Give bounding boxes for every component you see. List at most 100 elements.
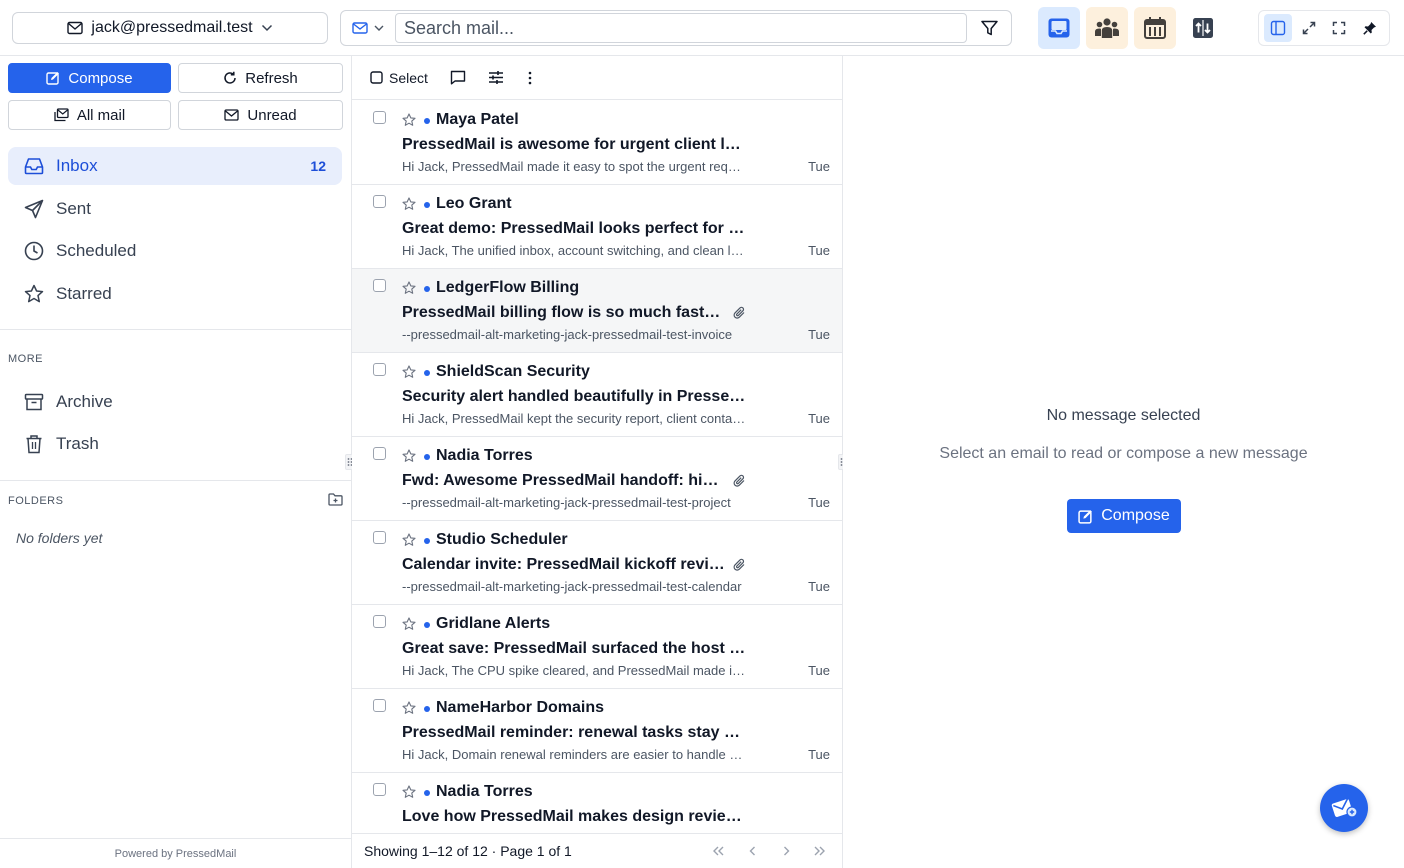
layout-controls — [1258, 10, 1390, 46]
empty-state-title: No message selected — [1046, 407, 1201, 424]
message-checkbox[interactable] — [373, 615, 386, 628]
sidebar-item-inbox[interactable]: Inbox 12 — [8, 147, 342, 185]
sidebar-item-sent[interactable]: Sent — [8, 190, 342, 228]
add-folder-button[interactable] — [328, 493, 343, 506]
message-preview: --pressedmail-alt-marketing-jack-pressed… — [402, 495, 731, 510]
toggle-sidebar-button[interactable] — [1264, 14, 1293, 42]
pin-icon — [1363, 21, 1377, 35]
message-checkbox[interactable] — [373, 531, 386, 544]
more-vertical-icon[interactable] — [528, 71, 532, 85]
app-calendar-button[interactable] — [1134, 7, 1176, 49]
star-icon[interactable] — [402, 197, 416, 211]
search-scope-dropdown[interactable] — [341, 11, 395, 45]
conversation-view-icon[interactable] — [450, 70, 466, 85]
expand-arrows-icon — [1302, 21, 1316, 35]
list-toolbar: Select — [352, 56, 842, 100]
app-contacts-button[interactable] — [1086, 7, 1128, 49]
message-row[interactable]: LedgerFlow Billing PressedMail billing fl… — [352, 269, 842, 353]
message-subject: Security alert handled beautifully in Pr… — [402, 388, 746, 405]
unread-dot — [424, 790, 430, 796]
floating-compose-button[interactable] — [1320, 784, 1368, 832]
search-input[interactable] — [395, 13, 967, 43]
first-page-button[interactable] — [704, 837, 732, 865]
reader-compose-button[interactable]: Compose — [1067, 499, 1181, 533]
message-row[interactable]: Nadia Torres Love how PressedMail makes d… — [352, 773, 842, 833]
paperclip-icon — [733, 558, 746, 572]
message-row[interactable]: Nadia Torres Fwd: Awesome PressedMail han… — [352, 437, 842, 521]
message-row[interactable]: Gridlane Alerts Great save: PressedMail s… — [352, 605, 842, 689]
unread-dot — [424, 538, 430, 544]
mail-send-icon — [1329, 795, 1359, 821]
search-filter-button[interactable] — [967, 11, 1011, 45]
message-row[interactable]: Studio Scheduler Calendar invite: Pressed… — [352, 521, 842, 605]
sliders-icon[interactable] — [488, 70, 504, 85]
prev-page-button[interactable] — [738, 837, 766, 865]
unread-dot — [424, 706, 430, 712]
next-page-button[interactable] — [772, 837, 800, 865]
app-mail-button[interactable] — [1038, 7, 1080, 49]
archive-icon — [24, 393, 44, 411]
message-sender: Studio Scheduler — [436, 531, 568, 548]
chevron-down-icon — [261, 24, 273, 32]
message-row[interactable]: NameHarbor Domains PressedMail reminder: … — [352, 689, 842, 773]
message-sender: ShieldScan Security — [436, 363, 590, 380]
star-icon[interactable] — [402, 785, 416, 799]
sidebar-item-trash[interactable]: Trash — [8, 425, 342, 463]
sidebar-item-archive[interactable]: Archive — [8, 383, 342, 421]
message-checkbox[interactable] — [373, 783, 386, 796]
empty-state-subtitle: Select an email to read or compose a new… — [939, 445, 1308, 462]
sidebar-item-starred[interactable]: Starred — [8, 275, 342, 313]
refresh-icon — [223, 71, 237, 85]
sidebar-item-scheduled[interactable]: Scheduled — [8, 232, 342, 270]
send-icon — [24, 199, 44, 219]
select-toggle[interactable]: Select — [370, 70, 428, 86]
all-mail-button[interactable]: All mail — [8, 100, 171, 130]
refresh-button[interactable]: Refresh — [178, 63, 343, 93]
calendar-icon — [1143, 16, 1167, 40]
message-subject: Calendar invite: PressedMail kickoff rev… — [402, 556, 726, 573]
star-icon[interactable] — [402, 281, 416, 295]
message-checkbox[interactable] — [373, 447, 386, 460]
inbox-tray-icon — [1047, 17, 1071, 39]
compose-icon — [46, 71, 60, 85]
message-row[interactable]: Maya Patel PressedMail is awesome for urg… — [352, 101, 842, 185]
search-bar — [340, 10, 1012, 46]
message-row[interactable]: ShieldScan Security Security alert handle… — [352, 353, 842, 437]
star-icon[interactable] — [402, 533, 416, 547]
message-sender: LedgerFlow Billing — [436, 279, 580, 296]
message-row[interactable]: Leo Grant Great demo: PressedMail looks p… — [352, 185, 842, 269]
sidebar-item-label: Inbox — [56, 156, 98, 175]
message-preview: --pressedmail-alt-marketing-jack-pressed… — [402, 327, 733, 342]
notes-icon — [1192, 17, 1214, 39]
star-icon[interactable] — [402, 365, 416, 379]
star-icon[interactable] — [402, 113, 416, 127]
last-page-button[interactable] — [806, 837, 834, 865]
app-notes-button[interactable] — [1182, 7, 1224, 49]
filter-icon — [980, 20, 998, 36]
star-icon[interactable] — [402, 617, 416, 631]
compose-button[interactable]: Compose — [8, 63, 171, 93]
star-icon[interactable] — [402, 701, 416, 715]
star-icon[interactable] — [402, 449, 416, 463]
sidebar-item-label: Scheduled — [56, 241, 137, 260]
account-switcher[interactable]: jack@pressedmail.test — [12, 12, 328, 44]
message-checkbox[interactable] — [373, 195, 386, 208]
message-checkbox[interactable] — [373, 699, 386, 712]
compose-icon — [1078, 509, 1093, 524]
expand-button[interactable] — [1295, 14, 1323, 42]
message-checkbox[interactable] — [373, 363, 386, 376]
mail-icon — [67, 21, 84, 35]
powered-by-footer: Powered by PressedMail — [0, 838, 351, 868]
unread-button[interactable]: Unread — [178, 100, 343, 130]
people-icon — [1094, 17, 1120, 39]
message-checkbox[interactable] — [373, 111, 386, 124]
message-checkbox[interactable] — [373, 279, 386, 292]
trash-icon — [24, 434, 44, 454]
message-preview: Hi Jack, Domain renewal reminders are ea… — [402, 747, 746, 762]
message-list-pane: Select Maya Patel PressedMail is awesome … — [352, 56, 843, 868]
fullscreen-button[interactable] — [1325, 14, 1353, 42]
star-icon — [24, 284, 44, 304]
sidebar: Compose Refresh All mail Unread Inbox 12… — [0, 56, 352, 868]
pin-button[interactable] — [1356, 14, 1384, 42]
sidebar-layout-icon — [1270, 20, 1286, 36]
